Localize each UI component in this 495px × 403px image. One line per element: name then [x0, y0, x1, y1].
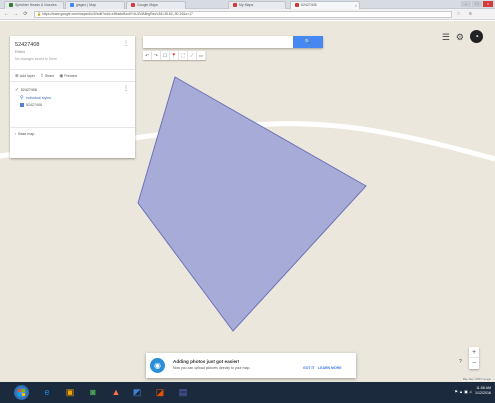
- undo-icon[interactable]: ↶: [143, 51, 152, 60]
- browser-tab[interactable]: Google Maps: [126, 1, 186, 9]
- window-controls: – □ ×: [461, 1, 493, 7]
- taskbar-vlc-icon[interactable]: ▲: [109, 385, 123, 400]
- zoom-controls: + −: [469, 347, 479, 369]
- zoom-in-button[interactable]: +: [469, 347, 479, 358]
- system-clock[interactable]: 11:58 AM 1/12/2016: [475, 386, 491, 396]
- help-icon[interactable]: ?: [459, 359, 462, 365]
- system-tray: ⚑ ▲ ▣ ♫ 11:58 AM 1/12/2016: [454, 386, 491, 396]
- taskbar-window-icon[interactable]: ▤: [176, 385, 190, 400]
- settings-gear-icon[interactable]: ⚙: [456, 31, 464, 43]
- lock-icon: 🔒: [37, 12, 42, 16]
- toast-title: Adding photos just got easier!: [173, 359, 240, 364]
- layer-feature-item[interactable]: 52427408: [15, 103, 130, 107]
- drawing-toolbar: ↶ ↷ ☐ 📍 ⛶ ⟋ ▭: [143, 51, 206, 60]
- tab-favicon-icon: [70, 3, 74, 8]
- style-pin-icon: ⚲: [20, 95, 24, 101]
- browser-tab-active[interactable]: 52427408 ×: [290, 1, 360, 9]
- browser-tab[interactable]: My Maps: [228, 1, 286, 9]
- taskbar-chrome-icon[interactable]: ◙: [86, 385, 100, 400]
- tab-favicon-icon: [131, 3, 135, 8]
- drawn-polygon[interactable]: [137, 76, 367, 332]
- top-right-controls: ☰ ⚙ ◔: [442, 30, 483, 43]
- add-layer-button[interactable]: ⊕ Add layer: [15, 73, 35, 79]
- base-map-row[interactable]: › Base map: [10, 128, 135, 140]
- toast-body: Now you can upload pictures directly to …: [173, 366, 251, 370]
- minimize-button[interactable]: –: [461, 1, 471, 7]
- forward-button[interactable]: →: [12, 11, 19, 18]
- polygon-icon: [20, 103, 24, 107]
- browser-menu-button[interactable]: ≡: [467, 11, 474, 18]
- layer-section: ✓ 52427408 ⚲ Individual styles 52427408 ⋮: [10, 82, 135, 128]
- bookmark-star-icon[interactable]: ☆: [455, 11, 462, 18]
- map-canvas[interactable]: 52427408 Edited No changes saved to Driv…: [0, 21, 495, 382]
- windows-logo-icon: [18, 389, 25, 396]
- map-title[interactable]: 52427408: [15, 42, 130, 48]
- draw-line-icon[interactable]: ⛶: [179, 51, 188, 60]
- search-button[interactable]: 🔍: [293, 36, 323, 48]
- add-layer-icon: ⊕: [15, 72, 19, 78]
- layer-name-row[interactable]: ✓ 52427408: [15, 87, 130, 93]
- checkbox-checked-icon[interactable]: ✓: [15, 87, 19, 93]
- panel-actions: ⊕ Add layer ⇪ Share ◉ Preview: [10, 70, 135, 82]
- search-input[interactable]: [143, 36, 293, 48]
- tab-close-icon[interactable]: ×: [355, 2, 357, 9]
- layer-style-link[interactable]: ⚲ Individual styles: [15, 95, 130, 101]
- tray-icons[interactable]: ⚑ ▲ ▣ ♫: [454, 389, 472, 394]
- windows-taskbar: e ▣ ◙ ▲ ◩ ◪ ▤ ⚑ ▲ ▣ ♫ 11:58 AM 1/12/2016: [0, 382, 495, 403]
- zoom-out-button[interactable]: −: [469, 358, 479, 369]
- map-status: Edited: [15, 50, 25, 54]
- taskbar-explorer-icon[interactable]: ▣: [63, 385, 77, 400]
- feature-promo-toast: ◉ Adding photos just got easier! Now you…: [146, 353, 356, 378]
- map-attribution: Map data ©2015 Google: [461, 378, 492, 381]
- tab-favicon-icon: [9, 3, 13, 8]
- layer-options-icon[interactable]: ⋮: [123, 85, 129, 92]
- tab-favicon-icon: [295, 3, 299, 8]
- close-window-button[interactable]: ×: [483, 1, 493, 7]
- directions-icon[interactable]: ⟋: [188, 51, 197, 60]
- redo-icon[interactable]: ↷: [152, 51, 161, 60]
- map-description: No changes saved to Drive: [15, 57, 58, 61]
- select-hand-icon[interactable]: ☐: [161, 51, 170, 60]
- address-bar[interactable]: 🔒https://www.google.com/maps/d/u/0/edit?…: [34, 11, 452, 18]
- share-button[interactable]: ⇪ Share: [40, 73, 54, 79]
- reload-button[interactable]: ⟳: [22, 11, 29, 18]
- taskbar-paint-icon[interactable]: ◪: [153, 385, 167, 400]
- taskbar-ie-icon[interactable]: e: [40, 385, 54, 400]
- browser-tab[interactable]: Sprinkler Heads & Nozzles: [4, 1, 64, 9]
- back-button[interactable]: ←: [3, 11, 10, 18]
- panel-header: 52427408 Edited No changes saved to Driv…: [10, 36, 135, 70]
- measure-icon[interactable]: ▭: [197, 51, 206, 60]
- browser-tab-strip: Sprinkler Heads & Nozzles gisgeo | Map G…: [0, 0, 495, 9]
- add-marker-icon[interactable]: 📍: [170, 51, 179, 60]
- preview-icon: ◉: [59, 72, 64, 78]
- maximize-button[interactable]: □: [472, 1, 482, 7]
- share-icon: ⇪: [39, 72, 44, 78]
- got-it-button[interactable]: GOT IT: [303, 366, 315, 370]
- preview-button[interactable]: ◉ Preview: [59, 73, 77, 79]
- apps-list-icon[interactable]: ☰: [442, 31, 450, 43]
- browser-toolbar: ← → ⟳ 🔒https://www.google.com/maps/d/u/0…: [0, 9, 495, 20]
- map-search-box: 🔍: [143, 36, 323, 48]
- start-button[interactable]: [14, 385, 29, 400]
- more-options-icon[interactable]: ⋮: [123, 40, 129, 47]
- map-legend-panel: 52427408 Edited No changes saved to Driv…: [10, 36, 135, 158]
- camera-icon: ◉: [150, 358, 165, 373]
- learn-more-link[interactable]: LEARN MORE: [318, 366, 342, 370]
- browser-tab[interactable]: gisgeo | Map: [65, 1, 125, 9]
- expand-icon: ›: [15, 132, 17, 136]
- taskbar-app-icon[interactable]: ◩: [130, 385, 144, 400]
- tab-favicon-icon: [233, 3, 237, 8]
- url-text: https://www.google.com/maps/d/u/0/edit?m…: [42, 12, 193, 16]
- account-avatar-icon[interactable]: ◔: [470, 30, 483, 43]
